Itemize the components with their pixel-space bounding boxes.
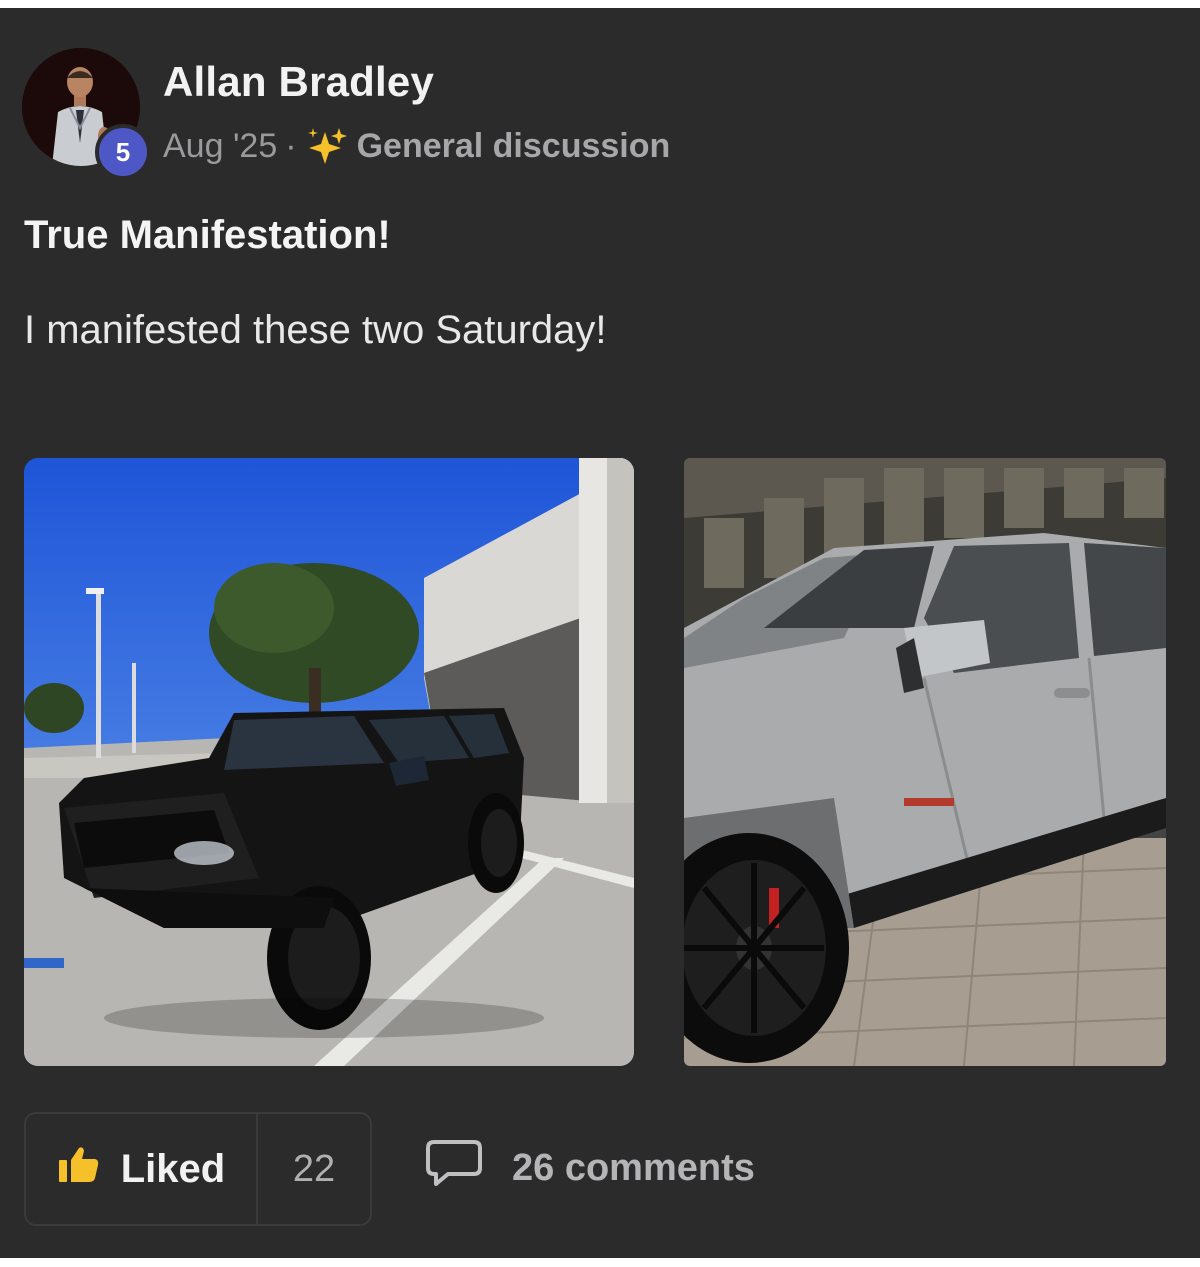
post-date[interactable]: Aug '25 (163, 127, 277, 166)
sparkles-icon (305, 126, 349, 166)
black-suv-photo[interactable] (24, 458, 634, 1066)
post-title: True Manifestation! (24, 213, 391, 257)
post-card: 5 Allan Bradley Aug '25 · General discus… (0, 8, 1200, 1258)
silver-suv-photo[interactable] (684, 458, 1166, 1066)
category-link[interactable]: General discussion (357, 127, 671, 166)
black-suv-image (24, 458, 634, 1066)
comment-bubble-icon (426, 1138, 482, 1198)
post-meta: Aug '25 · General discussion (163, 126, 670, 166)
like-label: Liked (120, 1146, 226, 1191)
post-body: I manifested these two Saturday! (24, 308, 607, 352)
like-count[interactable]: 22 (258, 1114, 370, 1224)
comments-label: 26 comments (512, 1146, 755, 1189)
like-button[interactable]: Liked (26, 1114, 258, 1224)
level-badge: 5 (95, 124, 151, 180)
author-name[interactable]: Allan Bradley (163, 58, 434, 106)
comments-button[interactable]: 26 comments (426, 1138, 755, 1198)
meta-separator: · (285, 126, 297, 165)
silver-suv-image (684, 458, 1166, 1066)
thumbs-up-icon (57, 1144, 101, 1194)
like-control: Liked 22 (24, 1112, 372, 1226)
